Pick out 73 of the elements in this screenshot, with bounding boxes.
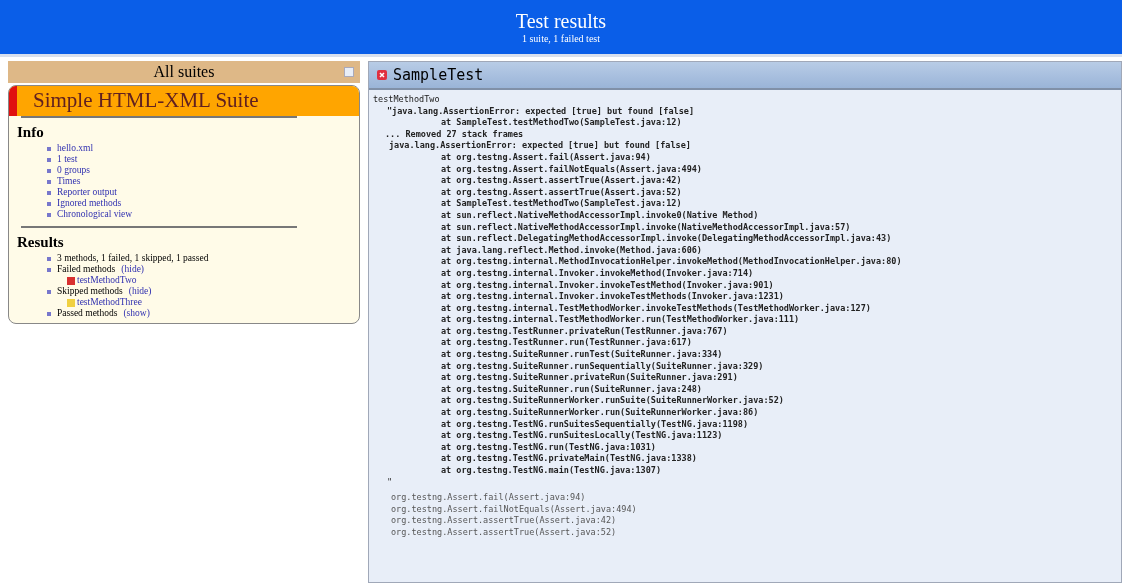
stack-trace-line: at org.testng.SuiteRunner.runSequentially(SuiteRunner.java:329)	[440, 360, 765, 372]
bullet-icon	[47, 289, 51, 294]
section-heading: Info	[17, 124, 45, 141]
method-name: testMethodTwo	[373, 94, 441, 106]
stack-trace-line: at java.lang.reflect.Method.invoke(Method.java:606)	[440, 244, 703, 256]
bullet-icon	[47, 267, 51, 272]
stack-trace-line: at org.testng.internal.Invoker.invokeMethod(Invoker.java:714)	[440, 267, 755, 280]
group-label: Failed methods	[57, 264, 116, 275]
stack-trace-line: at org.testng.TestRunner.run(TestRunner.java:617)	[440, 337, 693, 349]
stack-trace-line: at org.testng.Assert.failNotEquals(Assert.java:494)	[440, 163, 703, 175]
stack-trace-line: at org.testng.TestNG.run(TestNG.java:1031)	[440, 441, 657, 453]
info-link[interactable]: hello.xml	[57, 143, 94, 154]
info-link[interactable]: 1 test	[57, 154, 78, 165]
bullet-icon	[47, 256, 51, 261]
stack-trace-line: org.testng.Assert.failNotEquals(Assert.java:494)	[390, 503, 638, 516]
results-summary: 3 methods, 1 failed, 1 skipped, 1 passed	[57, 253, 209, 264]
stack-trace-line: at org.testng.internal.MethodInvocationHelper.invokeMethod(MethodInvocationHelper.java:80)	[440, 256, 903, 268]
stack-trace-line: at org.testng.SuiteRunner.runTest(SuiteRunner.java:334)	[440, 349, 724, 361]
stack-trace-line: at SampleTest.testMethodTwo(SampleTest.java:12)	[440, 198, 683, 210]
stack-trace-line: at org.testng.internal.Invoker.invokeTestMethods(Invoker.java:1231)	[440, 291, 785, 303]
stack-trace-line: at sun.reflect.DelegatingMethodAccessorImpl.invoke(DelegatingMethodAccessorImpl.java:43)	[440, 233, 893, 245]
stack-trace-line: at org.testng.SuiteRunner.run(SuiteRunner.java:248)	[440, 383, 703, 395]
toggle-link[interactable]: (hide)	[121, 264, 144, 275]
bullet-icon	[47, 146, 51, 151]
bullet-icon	[47, 179, 51, 184]
page-subtitle: 1 suite, 1 failed test	[520, 33, 601, 44]
stack-trace-line: at org.testng.SuiteRunner.privateRun(SuiteRunner.java:291)	[440, 372, 739, 384]
group-label: Passed methods	[57, 308, 118, 319]
stack-trace-line: org.testng.Assert.fail(Assert.java:94)	[390, 492, 587, 504]
group-label: Skipped methods	[57, 286, 123, 297]
stack-trace-line: at org.testng.SuiteRunnerWorker.run(SuiteRunnerWorker.java:86)	[440, 407, 760, 419]
stack-trace-line: at org.testng.TestRunner.privateRun(TestRunner.java:767)	[440, 325, 729, 337]
stack-trace-line: at org.testng.Assert.assertTrue(Assert.java:52)	[440, 186, 683, 198]
stack-trace-line: at org.testng.Assert.fail(Assert.java:94)	[440, 151, 652, 164]
page-title: Test results	[514, 10, 608, 33]
bullet-icon	[47, 212, 51, 217]
stack-trace-line: at org.testng.internal.TestMethodWorker.invokeTestMethods(TestMethodWorker.java:127)	[440, 302, 872, 314]
suite-title[interactable]: Simple HTML-XML Suite	[9, 86, 359, 116]
stack-trace-line: at org.testng.TestNG.main(TestNG.java:1307)	[440, 465, 663, 477]
toggle-link[interactable]: (hide)	[128, 286, 152, 297]
stack-trace-line: org.testng.Assert.assertTrue(Assert.java:42)	[390, 515, 618, 527]
stack-trace-line: at org.testng.TestNG.runSuitesLocally(TestNG.java:1123)	[440, 430, 724, 442]
stack-trace-line: at org.testng.TestNG.runSuitesSequentially(TestNG.java:1198)	[440, 418, 750, 430]
collapse-icon[interactable]	[344, 67, 354, 77]
info-link[interactable]: 0 groups	[57, 165, 90, 176]
stack-trace-line: at org.testng.internal.Invoker.invokeTestMethod(Invoker.java:901)	[440, 279, 775, 291]
bullet-icon	[47, 157, 51, 162]
stack-trace-line: at SampleTest.testMethodTwo(SampleTest.java:12)	[440, 117, 683, 129]
stack-trace-line: "	[386, 476, 394, 489]
info-link[interactable]: Ignored methods	[57, 198, 122, 209]
sidebar-title: All suites	[153, 63, 215, 81]
stack-trace-line: ... Removed 27 stack frames	[384, 128, 525, 140]
info-link[interactable]: Reporter output	[57, 187, 117, 198]
stack-trace-line: at org.testng.SuiteRunnerWorker.runSuite(SuiteRunnerWorker.java:52)	[440, 395, 785, 407]
info-link[interactable]: Chronological view	[57, 209, 133, 220]
bullet-icon	[47, 190, 51, 195]
method-link[interactable]: testMethodTwo	[77, 275, 137, 286]
stack-trace-line: at org.testng.internal.TestMethodWorker.run(TestMethodWorker.java:111)	[440, 314, 801, 326]
bullet-icon	[47, 201, 51, 206]
info-link[interactable]: Times	[57, 176, 81, 187]
bullet-icon	[47, 168, 51, 173]
stack-trace-line: at sun.reflect.NativeMethodAccessorImpl.invoke(NativeMethodAccessorImpl.java:57)	[440, 221, 852, 233]
stack-trace-line: java.lang.AssertionError: expected [true] but found [false]	[388, 140, 692, 152]
bullet-icon	[47, 311, 51, 316]
class-name: SampleTest	[393, 66, 484, 84]
section-heading: Results	[17, 234, 65, 251]
stack-trace-line: org.testng.Assert.assertTrue(Assert.java:52)	[390, 526, 618, 539]
stack-trace-line: "java.lang.AssertionError: expected [true] but found [false]	[386, 105, 696, 117]
stack-trace-line: at org.testng.Assert.assertTrue(Assert.java:42)	[440, 175, 683, 187]
stack-trace-line: at org.testng.TestNG.privateMain(TestNG.java:1338)	[440, 453, 698, 465]
method-link[interactable]: testMethodThree	[77, 297, 142, 308]
toggle-link[interactable]: (show)	[123, 308, 150, 319]
stack-trace-line: at sun.reflect.NativeMethodAccessorImpl.invoke0(Native Method)	[440, 209, 760, 222]
